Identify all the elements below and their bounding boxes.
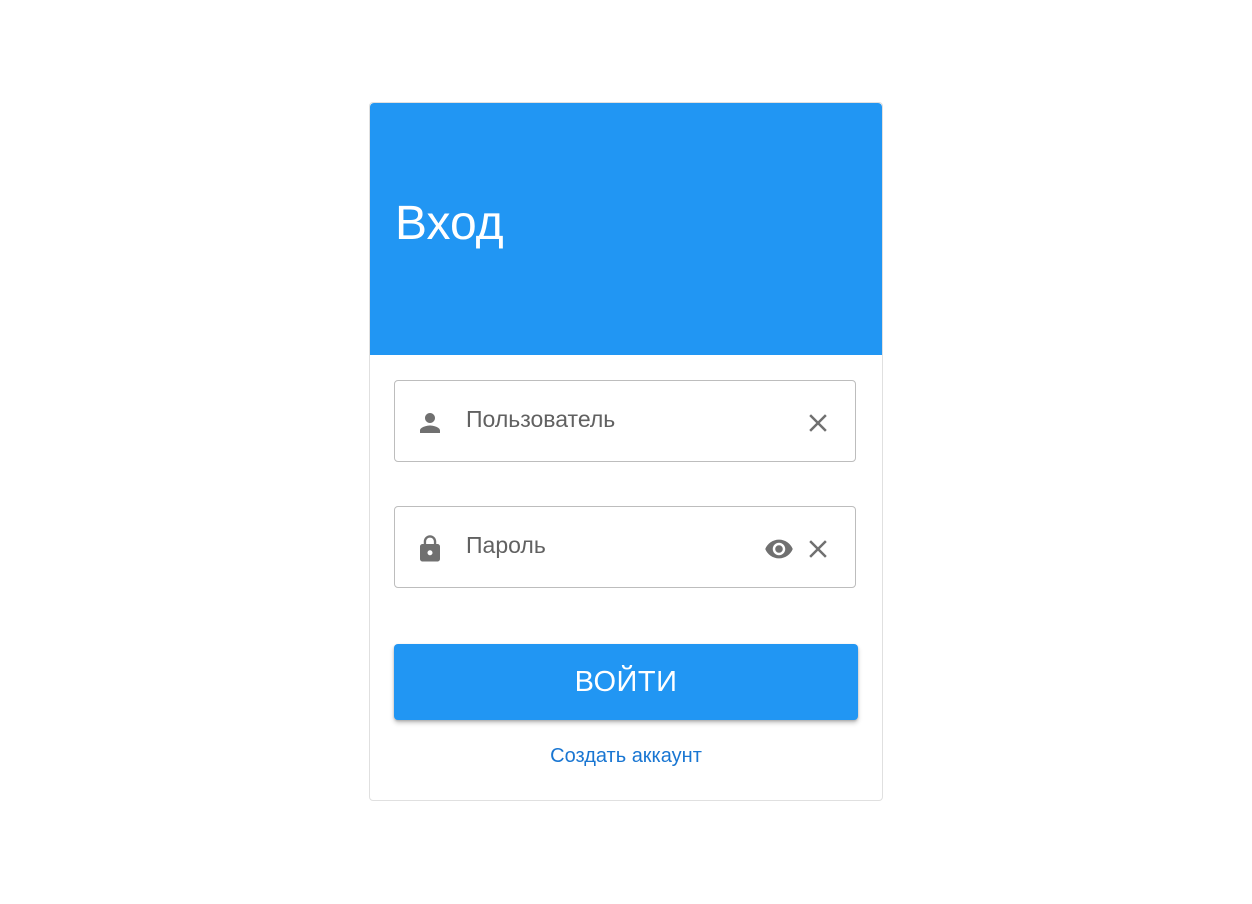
login-button[interactable]: ВОЙТИ (394, 644, 858, 720)
eye-icon[interactable] (761, 534, 797, 564)
create-account-link[interactable]: Создать аккаунт (370, 745, 882, 768)
password-input[interactable] (466, 529, 746, 561)
clear-icon[interactable] (803, 408, 833, 438)
username-field[interactable] (394, 380, 856, 462)
page-title: Вход (395, 197, 504, 250)
username-input[interactable] (466, 403, 746, 435)
card-header: Вход (370, 103, 882, 355)
person-icon (420, 413, 440, 433)
clear-icon[interactable] (803, 534, 833, 564)
lock-icon (420, 535, 440, 562)
password-field[interactable] (394, 506, 856, 588)
login-card: Вход ВОЙТИ Создать аккаунт (369, 102, 883, 801)
